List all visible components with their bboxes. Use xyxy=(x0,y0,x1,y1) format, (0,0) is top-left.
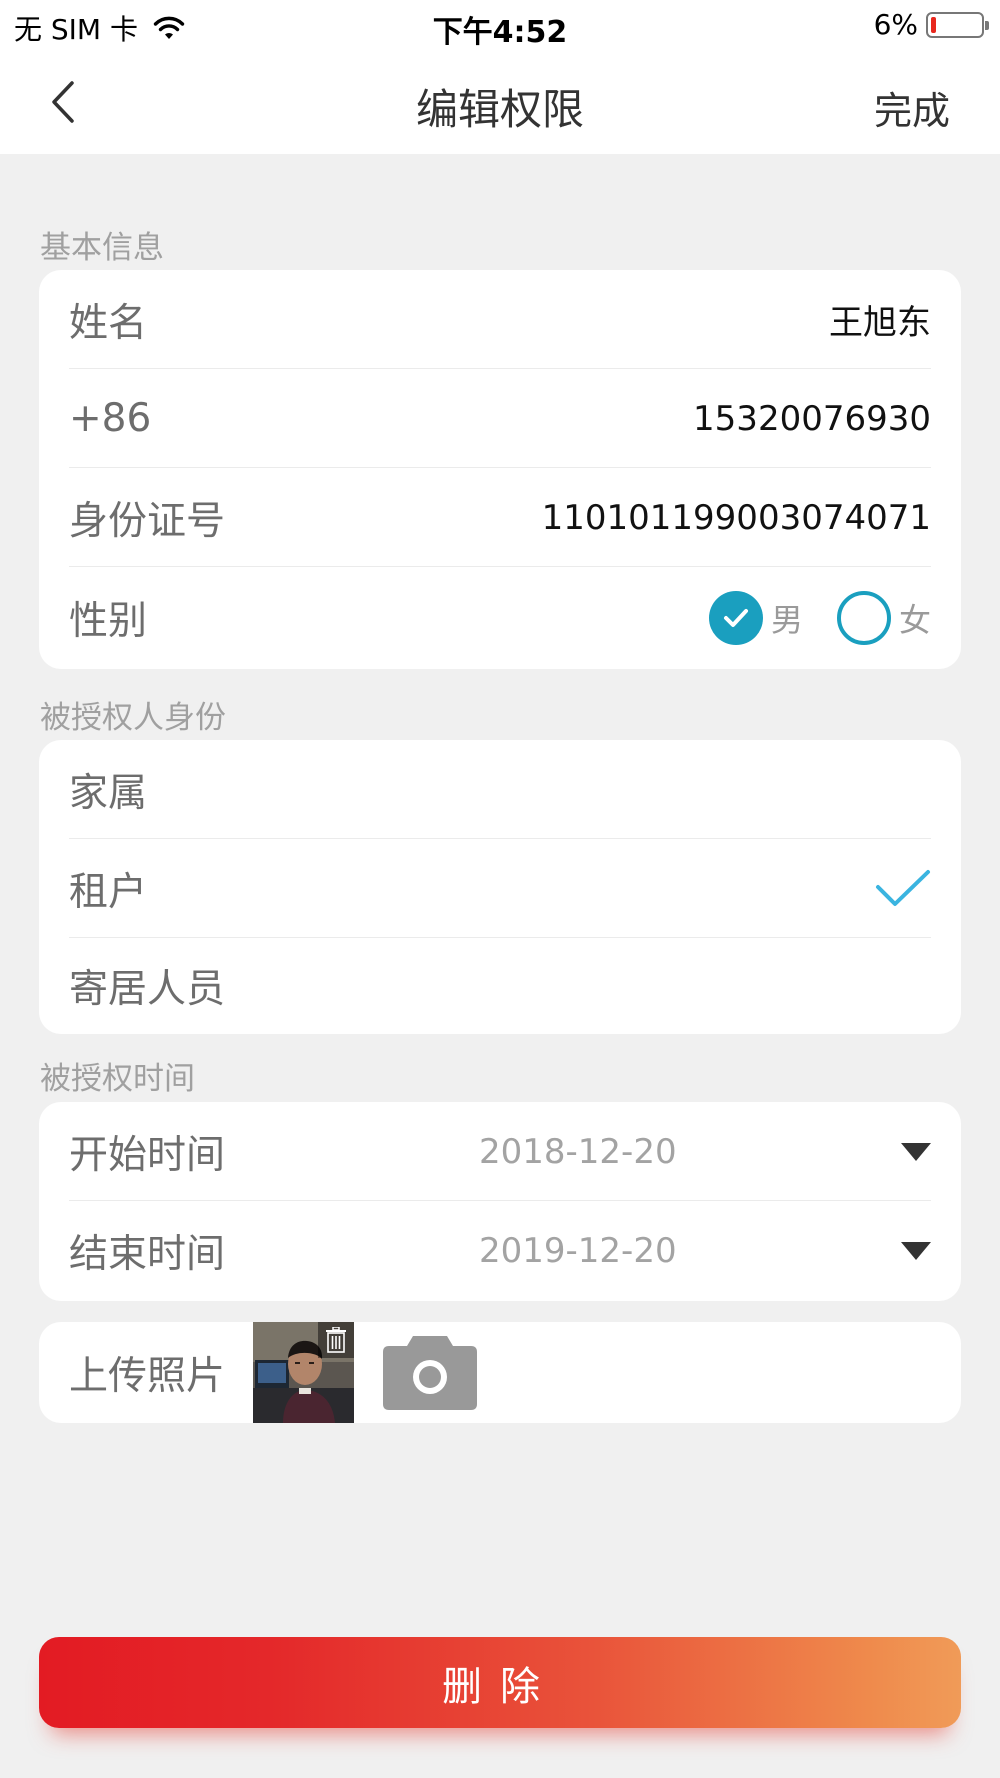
id-value[interactable]: 110101199003074071 xyxy=(542,498,931,538)
radio-unchecked-icon xyxy=(836,591,891,645)
dropdown-arrow-icon xyxy=(901,1142,931,1161)
gender-option-female[interactable]: 女 xyxy=(836,591,931,645)
id-label: 身份证号 xyxy=(69,498,226,544)
camera-add-photo-button[interactable] xyxy=(383,1334,477,1410)
battery-icon xyxy=(926,11,989,38)
gender-row: 性别 男 女 xyxy=(69,567,931,669)
delete-button[interactable]: 删除 xyxy=(39,1637,961,1728)
name-value[interactable]: 王旭东 xyxy=(829,295,931,344)
basic-info-card: 姓名 王旭东 +86 15320076930 身份证号 110101199003… xyxy=(39,270,961,669)
upload-photo-row: 上传照片 xyxy=(69,1322,931,1423)
radio-checked-icon xyxy=(708,591,763,645)
time-card: 开始时间 2018-12-20 结束时间 2019-12-20 xyxy=(39,1102,961,1301)
identity-option-family[interactable]: 家属 xyxy=(69,740,931,839)
status-time: 下午4:52 xyxy=(432,15,568,50)
identity-option-tenant[interactable]: 租户 xyxy=(69,839,931,938)
status-right: 6% xyxy=(873,8,989,41)
identity-option-lodger[interactable]: 寄居人员 xyxy=(69,938,931,1034)
done-button[interactable]: 完成 xyxy=(874,80,950,135)
identity-tenant-label: 租户 xyxy=(69,869,148,915)
gender-radio-group: 男 女 xyxy=(708,591,931,645)
uploaded-photo-thumbnail[interactable] xyxy=(253,1322,354,1423)
start-time-value: 2018-12-20 xyxy=(479,1131,677,1172)
phone-prefix[interactable]: +86 xyxy=(69,396,151,441)
identity-family-label: 家属 xyxy=(69,770,148,816)
upload-photo-card: 上传照片 xyxy=(39,1322,961,1423)
selected-checkmark-icon xyxy=(876,869,930,906)
identity-lodger-label: 寄居人员 xyxy=(69,967,226,1012)
end-time-row[interactable]: 结束时间 2019-12-20 xyxy=(69,1201,931,1301)
name-label: 姓名 xyxy=(69,300,148,346)
section-label-identity: 被授权人身份 xyxy=(40,700,226,736)
end-time-label: 结束时间 xyxy=(69,1232,226,1277)
gender-option-male[interactable]: 男 xyxy=(708,591,803,645)
name-row: 姓名 王旭东 xyxy=(69,270,931,369)
start-time-row[interactable]: 开始时间 2018-12-20 xyxy=(69,1102,931,1201)
phone-row: +86 15320076930 xyxy=(69,369,931,468)
end-time-value: 2019-12-20 xyxy=(479,1231,677,1271)
nav-bar: 编辑权限 完成 xyxy=(0,50,1000,154)
gender-label: 性别 xyxy=(69,599,148,644)
battery-level xyxy=(931,16,936,33)
gender-male-label: 男 xyxy=(770,601,803,639)
phone-value[interactable]: 15320076930 xyxy=(693,399,931,439)
upload-photo-label: 上传照片 xyxy=(69,1353,226,1399)
gender-female-label: 女 xyxy=(898,601,931,639)
page-title: 编辑权限 xyxy=(415,85,584,134)
section-label-basic-info: 基本信息 xyxy=(40,230,164,266)
identity-card: 家属 租户 寄居人员 xyxy=(39,740,961,1034)
checkmark-icon xyxy=(723,609,748,627)
section-label-time: 被授权时间 xyxy=(40,1061,195,1097)
status-bar: 无 SIM 卡 下午4:52 6% xyxy=(0,0,1000,50)
camera-icon xyxy=(383,1336,477,1410)
id-row: 身份证号 110101199003074071 xyxy=(69,468,931,567)
battery-percent: 6% xyxy=(873,8,918,41)
trash-icon[interactable] xyxy=(318,1322,354,1358)
start-time-label: 开始时间 xyxy=(69,1132,226,1178)
dropdown-arrow-icon xyxy=(901,1242,931,1260)
